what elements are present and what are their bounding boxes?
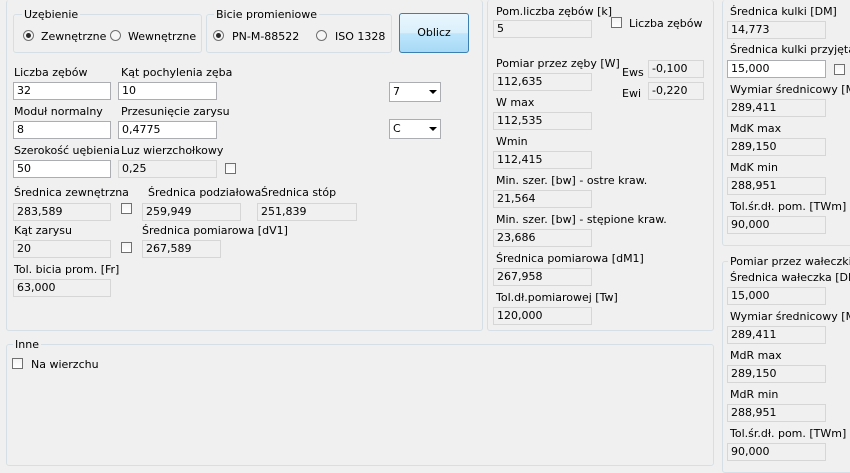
span-over-teeth-value: 112,635 (493, 73, 592, 91)
tip-clearance-label: Luz wierzchołkowy (121, 144, 224, 157)
mdr-max-value: 289,150 (727, 365, 826, 383)
on-top-label[interactable]: Na wierzchu (31, 358, 99, 371)
roller-diameter-value: 15,000 (727, 287, 826, 305)
other-group (6, 344, 714, 466)
gearing-internal-label[interactable]: Wewnętrzne (128, 30, 196, 43)
teeth-count-input[interactable]: 32 (13, 82, 111, 100)
accuracy-grade-value: 7 (393, 85, 400, 98)
outer-diameter-label: Średnica zewnętrzna (14, 186, 129, 199)
ewi-label: Ewi (622, 87, 642, 100)
roller-twm-value: 90,000 (727, 443, 826, 461)
measuring-diameter-dm1-value: 267,958 (493, 268, 592, 286)
tip-clearance-checkbox[interactable] (225, 163, 236, 174)
pressure-angle-label: Kąt zarysu (14, 224, 73, 237)
ewi-value: -0,220 (648, 82, 704, 100)
gearing-external-radio[interactable] (23, 30, 34, 41)
tip-clearance-value: 0,25 (118, 160, 217, 178)
ball-diameter-adopted-checkbox[interactable] (834, 64, 845, 75)
span-teeth-count-label: Pom.liczba zębów [k] (496, 5, 613, 18)
normal-module-label: Moduł normalny (14, 105, 103, 118)
root-diameter-value: 251,839 (257, 203, 357, 221)
pressure-angle-checkbox[interactable] (121, 242, 132, 253)
tolerance-class-select[interactable]: C (389, 119, 441, 139)
pitch-diameter-value: 259,949 (142, 203, 241, 221)
roller-measurement-title: Pomiar przez wałeczki (728, 255, 850, 268)
runout-iso-label[interactable]: ISO 1328 (335, 30, 385, 43)
ball-diameter-adopted-label: Średnica kulki przyjęta [D (730, 43, 850, 56)
wmin-value: 112,415 (493, 151, 592, 169)
teeth-count-checkbox[interactable] (611, 17, 622, 28)
min-width-blunt-value: 23,686 (493, 229, 592, 247)
face-width-input[interactable]: 50 (13, 160, 111, 178)
ball-diameter-label: Średnica kulki [DM] (730, 5, 837, 18)
profile-shift-input[interactable]: 0,4775 (118, 121, 217, 139)
span-over-teeth-label: Pomiar przez zęby [W] (496, 57, 620, 70)
chevron-down-icon (429, 127, 437, 131)
runout-iso-radio[interactable] (316, 30, 327, 41)
runout-tolerance-value: 63,000 (13, 279, 111, 297)
runout-pn-label[interactable]: PN-M-88522 (232, 30, 299, 43)
mdk-max-value: 289,150 (727, 138, 826, 156)
ball-twm-value: 90,000 (727, 216, 826, 234)
min-width-sharp-value: 21,564 (493, 190, 592, 208)
ball-twm-label: Tol.śr.dł. pom. [TWm] (730, 200, 847, 213)
face-width-label: Szerokość uębienia (14, 144, 120, 157)
min-width-blunt-label: Min. szer. [bw] - stępione kraw. (496, 213, 667, 226)
ball-diameter-value: 14,773 (727, 21, 826, 39)
measure-length-tolerance-value: 120,000 (493, 307, 592, 325)
profile-shift-label: Przesunięcie zarysu (121, 105, 230, 118)
mdr-min-value: 288,951 (727, 404, 826, 422)
ball-diameter-adopted-input[interactable]: 15,000 (727, 60, 826, 78)
ball-over-dimension-label: Wymiar średnicowy [MdK (730, 83, 850, 96)
roller-diameter-label: Średnica wałeczka [DM (730, 271, 850, 284)
gearing-group-title: Uzębienie (22, 8, 81, 21)
runout-group-title: Bicie promieniowe (214, 8, 320, 21)
root-diameter-label: Średnica stóp (261, 186, 337, 199)
runout-pn-radio[interactable] (213, 30, 224, 41)
chevron-down-icon (429, 90, 437, 94)
runout-tolerance-label: Tol. bicia prom. [Fr] (14, 263, 120, 276)
gearing-internal-radio[interactable] (110, 30, 121, 41)
compute-button[interactable]: Oblicz (399, 13, 469, 53)
measuring-diameter-value: 267,589 (142, 240, 221, 258)
on-top-checkbox[interactable] (12, 358, 23, 369)
min-width-sharp-label: Min. szer. [bw] - ostre kraw. (496, 174, 648, 187)
roller-over-dimension-label: Wymiar średnicowy [MdR (730, 310, 850, 323)
ews-value: -0,100 (648, 60, 704, 78)
mdk-min-value: 288,951 (727, 177, 826, 195)
wmax-label: W max (496, 96, 535, 109)
accuracy-grade-select[interactable]: 7 (389, 82, 441, 102)
mdk-min-label: MdK min (730, 161, 778, 174)
roller-over-dimension-value: 289,411 (727, 326, 826, 344)
tolerance-class-value: C (393, 122, 401, 135)
span-teeth-count-value: 5 (493, 20, 592, 38)
outer-diameter-value: 283,589 (13, 203, 111, 221)
measuring-diameter-label: Średnica pomiarowa [dV1] (142, 224, 288, 237)
outer-diameter-checkbox[interactable] (121, 203, 132, 214)
measure-length-tolerance-label: Tol.dł.pomiarowej [Tw] (496, 291, 618, 304)
pitch-diameter-label: Średnica podziałowa (148, 186, 262, 199)
teeth-count-label: Liczba zębów (14, 66, 88, 79)
measuring-diameter-dm1-label: Średnica pomiarowa [dM1] (496, 252, 644, 265)
other-group-title: Inne (13, 338, 41, 351)
helix-angle-label: Kąt pochylenia zęba (121, 66, 233, 79)
ews-label: Ews (622, 66, 644, 79)
wmax-value: 112,535 (493, 112, 592, 130)
roller-twm-label: Tol.śr.dł. pom. [TWm] (730, 427, 847, 440)
pressure-angle-value: 20 (13, 240, 111, 258)
mdk-max-label: MdK max (730, 122, 782, 135)
mdr-max-label: MdR max (730, 349, 782, 362)
helix-angle-input[interactable]: 10 (118, 82, 217, 100)
teeth-count-checkbox-label[interactable]: Liczba zębów (629, 17, 702, 30)
gearing-external-label[interactable]: Zewnętrzne (41, 30, 106, 43)
ball-over-dimension-value: 289,411 (727, 99, 826, 117)
wmin-label: Wmin (496, 135, 528, 148)
normal-module-input[interactable]: 8 (13, 121, 111, 139)
mdr-min-label: MdR min (730, 388, 779, 401)
